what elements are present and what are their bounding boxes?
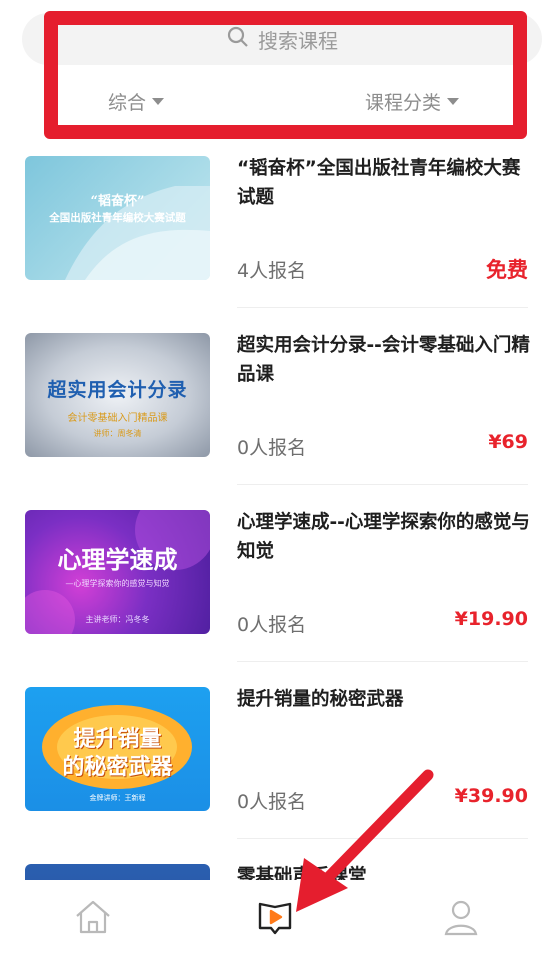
course-title: 超实用会计分录--会计零基础入门精品课: [237, 335, 530, 385]
enroll-count: 4人报名: [237, 260, 307, 282]
thumb-caption: 主讲老师：冯冬冬: [85, 615, 150, 624]
category-filter-label: 课程分类: [365, 92, 442, 114]
category-filter[interactable]: 课程分类: [365, 88, 460, 115]
divider: [237, 484, 528, 485]
enroll-count: 0人报名: [237, 614, 307, 636]
course-play-icon: [255, 897, 295, 941]
home-icon: [73, 898, 113, 940]
enroll-count: 0人报名: [237, 437, 307, 459]
search-bar[interactable]: 搜索课程: [22, 13, 542, 65]
person-icon: [441, 897, 481, 941]
nav-home[interactable]: [72, 898, 114, 940]
course-item[interactable]: 心理学速成 —心理学探索你的感觉与知觉 主讲老师：冯冬冬 心理学速成--心理学探…: [0, 504, 554, 681]
course-thumbnail: 超实用会计分录 会计零基础入门精品课 讲师：周冬清: [25, 333, 210, 457]
sort-filter-label: 综合: [108, 92, 147, 114]
course-thumbnail: 提升销量 的秘密武器 金牌讲师：王新程: [25, 687, 210, 811]
thumb-caption: 超实用会计分录: [47, 379, 188, 401]
divider: [237, 838, 528, 839]
filter-bar: 综合 课程分类: [0, 66, 554, 138]
course-thumbnail: 心理学速成 —心理学探索你的感觉与知觉 主讲老师：冯冬冬: [25, 510, 210, 634]
course-price: 免费: [486, 258, 528, 282]
thumb-caption: —心理学探索你的感觉与知觉: [65, 579, 170, 588]
thumb-caption: 金牌讲师：王新程: [89, 794, 146, 802]
course-item[interactable]: “韬奋杯” 全国出版社青年编校大赛试题 “韬奋杯”全国出版社青年编校大赛试题 4…: [0, 150, 554, 327]
bottom-nav: [0, 880, 554, 956]
course-price: ¥69: [488, 431, 528, 453]
thumb-caption: 心理学速成: [57, 545, 178, 574]
thumb-caption: 讲师：周冬清: [93, 429, 142, 438]
caret-down-icon: [447, 98, 460, 105]
course-price: ¥39.90: [454, 785, 528, 807]
caret-down-icon: [152, 98, 165, 105]
thumb-caption: 的秘密武器: [62, 754, 173, 780]
nav-course[interactable]: [254, 898, 296, 940]
thumb-caption: 全国出版社青年编校大赛试题: [49, 212, 186, 224]
course-price: ¥19.90: [454, 608, 528, 630]
course-item[interactable]: 超实用会计分录 会计零基础入门精品课 讲师：周冬清 超实用会计分录--会计零基础…: [0, 327, 554, 504]
thumb-caption: “韬奋杯”: [90, 194, 145, 209]
thumb-caption: 会计零基础入门精品课: [67, 413, 168, 424]
course-title: “韬奋杯”全国出版社青年编校大赛试题: [237, 158, 521, 208]
course-title: 心理学速成--心理学探索你的感觉与知觉: [237, 512, 530, 562]
sort-filter[interactable]: 综合: [108, 88, 165, 115]
course-item[interactable]: 提升销量 的秘密武器 金牌讲师：王新程 提升销量的秘密武器 0人报名 ¥39.9…: [0, 681, 554, 858]
search-placeholder: 搜索课程: [258, 28, 338, 53]
course-title: 提升销量的秘密武器: [237, 689, 404, 710]
divider: [237, 307, 528, 308]
nav-profile[interactable]: [440, 898, 482, 940]
divider: [237, 661, 528, 662]
enroll-count: 0人报名: [237, 791, 307, 813]
search-icon: [226, 25, 250, 54]
course-thumbnail: “韬奋杯” 全国出版社青年编校大赛试题: [25, 156, 210, 280]
